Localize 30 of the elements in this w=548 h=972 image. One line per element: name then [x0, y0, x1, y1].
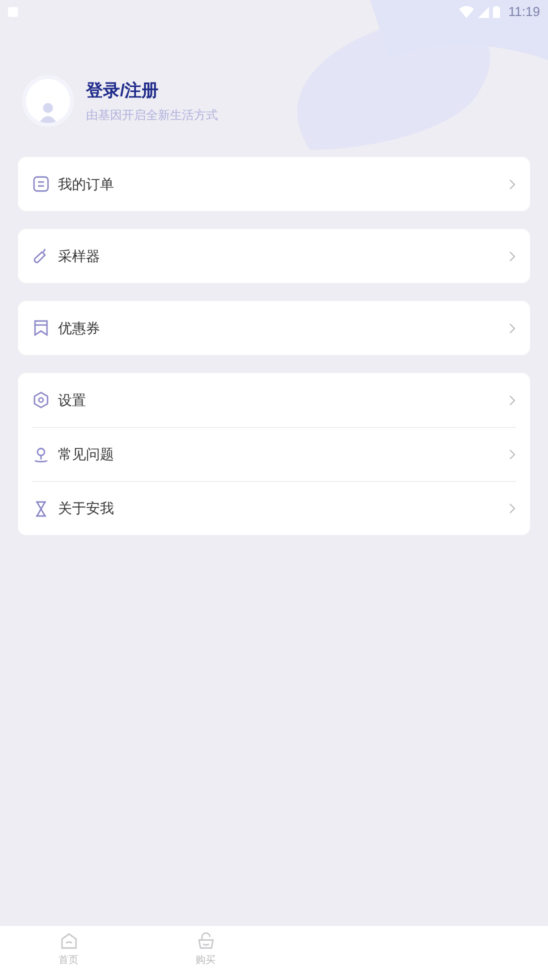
document-icon — [32, 175, 50, 193]
status-time: 11:19 — [508, 3, 540, 22]
menu-item-label: 常见问题 — [58, 445, 115, 464]
menu-item[interactable]: 设置 — [32, 373, 516, 427]
chevron-right-icon — [509, 178, 516, 190]
settings-icon — [32, 391, 50, 409]
basket-icon — [196, 930, 216, 950]
menu-item[interactable]: 关于安我 — [32, 481, 516, 535]
chevron-right-icon — [509, 503, 516, 514]
chevron-right-icon — [509, 449, 516, 460]
menu-item[interactable]: 我的订单 — [32, 157, 516, 211]
chevron-right-icon — [509, 394, 516, 406]
menu-item-label: 我的订单 — [58, 174, 115, 194]
pin-icon — [32, 446, 50, 464]
home-icon — [58, 930, 78, 950]
avatar-icon[interactable] — [26, 79, 70, 123]
menu-item-label: 优惠券 — [58, 318, 101, 338]
menu-item[interactable]: 优惠券 — [32, 301, 516, 355]
menu-item-label: 关于安我 — [58, 499, 115, 518]
battery-icon — [493, 6, 500, 18]
bookmark-icon — [32, 319, 50, 337]
menu-item-label: 采样器 — [58, 246, 101, 266]
profile-subtitle: 由基因开启全新生活方式 — [86, 107, 218, 124]
chevron-right-icon — [509, 322, 516, 334]
menu-item-label: 设置 — [58, 390, 87, 410]
menu-item[interactable]: 采样器 — [32, 229, 516, 283]
login-register-link[interactable]: 登录/注册 — [86, 78, 218, 104]
chevron-right-icon — [509, 250, 516, 262]
wifi-icon — [459, 6, 474, 18]
menu-item[interactable]: 常见问题 — [32, 427, 516, 481]
